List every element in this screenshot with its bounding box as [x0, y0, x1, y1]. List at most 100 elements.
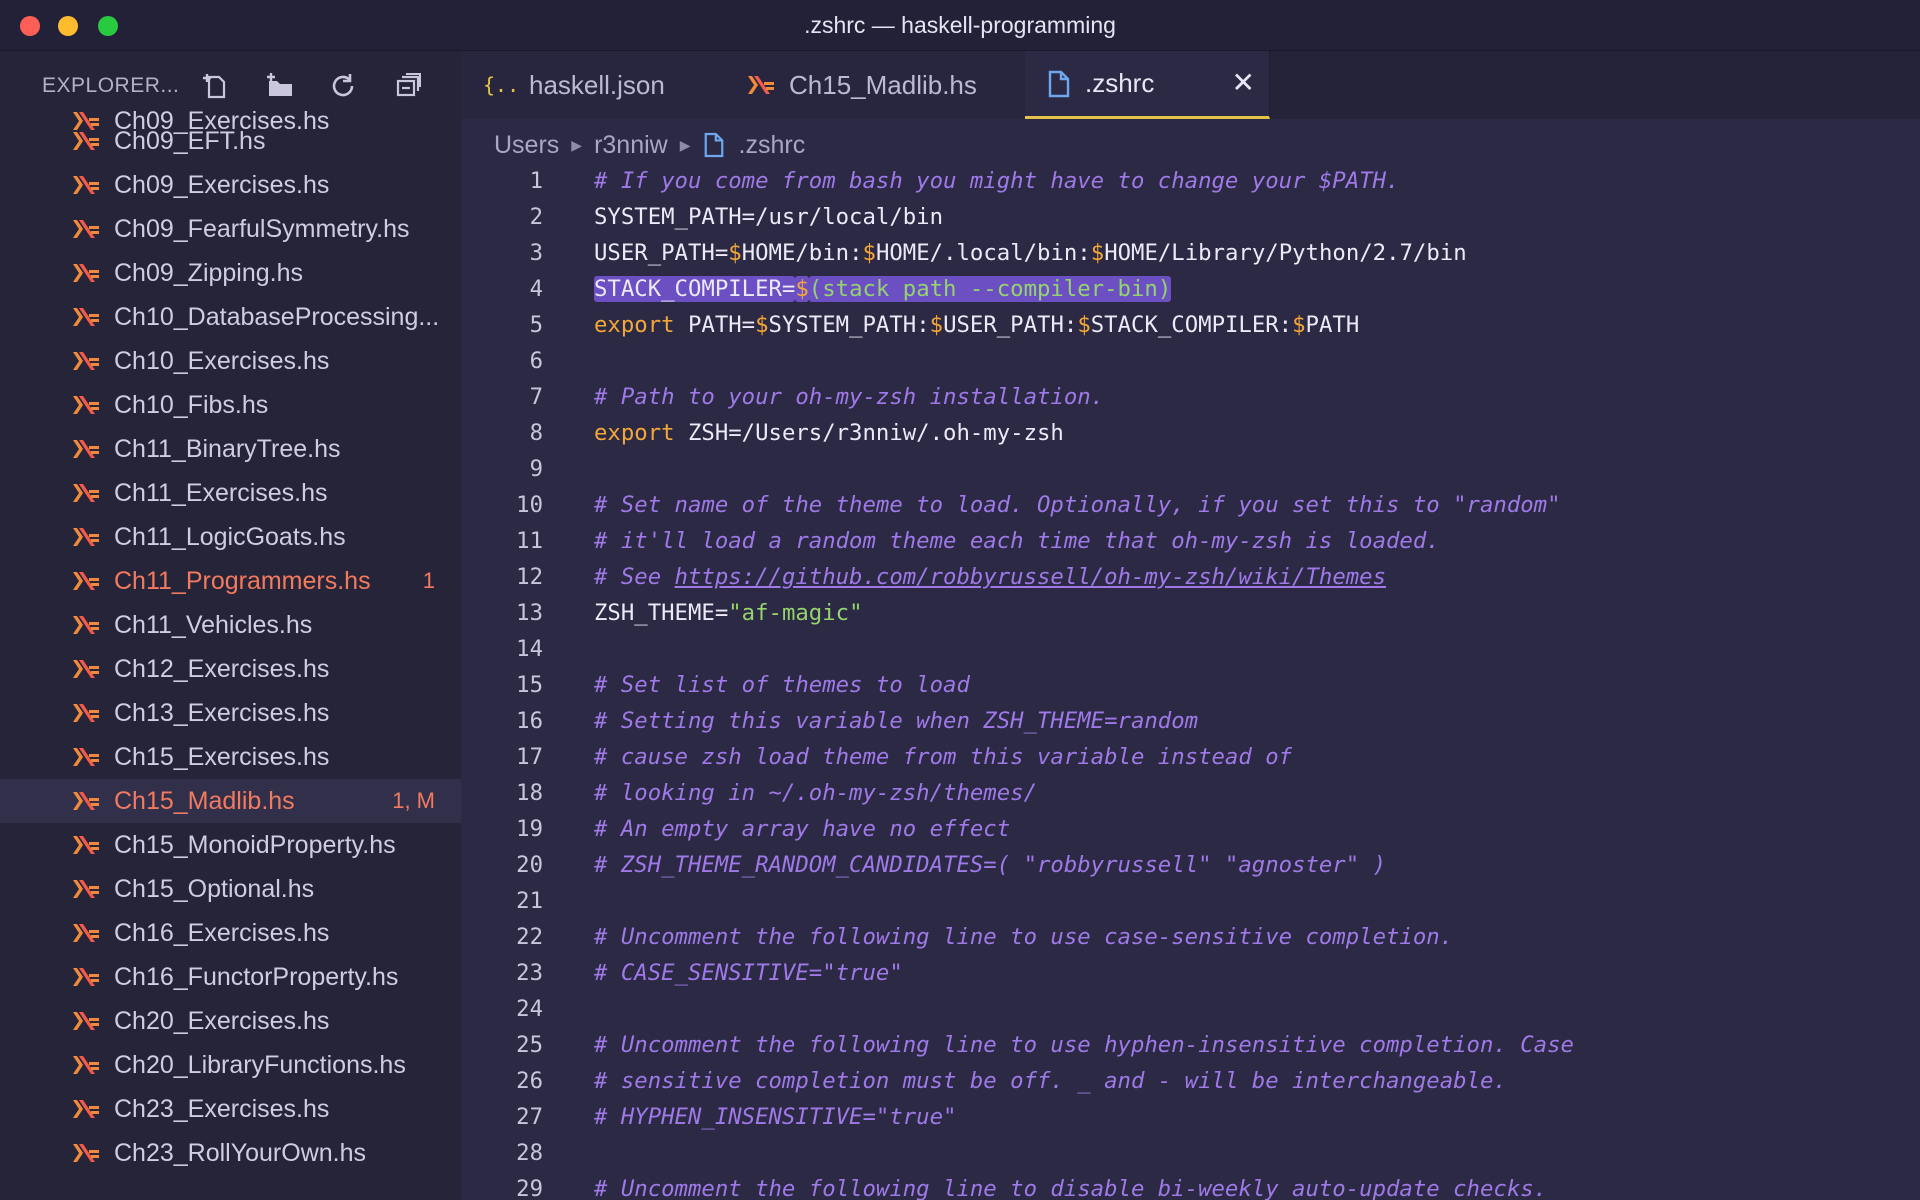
line-text: SYSTEM_PATH=/usr/local/bin	[594, 199, 943, 235]
explorer-sidebar: EXPLORER... Ch09_Exercises.hs Ch09_EFT.h…	[0, 51, 461, 1200]
haskell-icon	[73, 440, 99, 458]
file-name: Ch11_Programmers.hs	[114, 567, 371, 595]
line-text: # Set name of the theme to load. Optiona…	[594, 487, 1561, 523]
code-token: ZSH=/Users/r3nniw/.oh-my-zsh	[674, 420, 1064, 446]
breadcrumb-item[interactable]: .zshrc	[739, 131, 806, 160]
file-item[interactable]: Ch23_Exercises.hs	[0, 1087, 461, 1131]
line-text: # sensitive completion must be off. _ an…	[594, 1063, 1507, 1099]
file-icon	[703, 132, 725, 158]
code-token: $	[795, 276, 809, 302]
code-line: 2 SYSTEM_PATH=/usr/local/bin	[461, 199, 1920, 235]
code-line: 8 export ZSH=/Users/r3nniw/.oh-my-zsh	[461, 415, 1920, 451]
line-number: 25	[516, 1032, 543, 1058]
code-line: 24	[461, 991, 1920, 1027]
code-token: HOME/.local/bin:	[875, 240, 1091, 266]
haskell-icon	[73, 484, 99, 502]
file-item[interactable]: Ch23_RollYourOwn.hs	[0, 1131, 461, 1175]
file-item[interactable]: Ch11_LogicGoats.hs	[0, 515, 461, 559]
haskell-icon	[73, 1012, 99, 1030]
file-item[interactable]: Ch15_Exercises.hs	[0, 735, 461, 779]
code-token: STACK_COMPILER=	[594, 276, 796, 302]
file-item[interactable]: Ch09_Zipping.hs	[0, 251, 461, 295]
close-tab-icon[interactable]: ✕	[1232, 69, 1255, 97]
tab-haskell-json[interactable]: {..} haskell.json	[461, 51, 726, 119]
file-item[interactable]: Ch10_DatabaseProcessing...	[0, 295, 461, 339]
file-item[interactable]: Ch12_Exercises.hs	[0, 647, 461, 691]
line-number: 26	[516, 1068, 543, 1094]
file-item[interactable]: Ch10_Exercises.hs	[0, 339, 461, 383]
file-item[interactable]: Ch16_FunctorProperty.hs	[0, 955, 461, 999]
haskell-icon	[73, 528, 99, 546]
breadcrumb-item[interactable]: r3nniw	[594, 131, 668, 160]
line-number: 13	[516, 600, 543, 626]
file-name: Ch16_Exercises.hs	[114, 919, 330, 947]
new-file-icon[interactable]	[198, 69, 232, 103]
file-name: Ch09_Zipping.hs	[114, 259, 304, 287]
file-item[interactable]: Ch10_Fibs.hs	[0, 383, 461, 427]
tab-label: Ch15_Madlib.hs	[789, 69, 977, 100]
code-token: $	[1077, 312, 1091, 338]
code-token: PATH	[1305, 312, 1360, 338]
file-item[interactable]: Ch11_Exercises.hs	[0, 471, 461, 515]
file-item[interactable]: Ch11_Vehicles.hs	[0, 603, 461, 647]
file-item[interactable]: Ch11_BinaryTree.hs	[0, 427, 461, 471]
file-item[interactable]: Ch16_Exercises.hs	[0, 911, 461, 955]
code-line: 11 # it'll load a random theme each time …	[461, 523, 1920, 559]
code-line: 29 # Uncomment the following line to disa…	[461, 1171, 1920, 1200]
line-number: 19	[516, 816, 543, 842]
code-token: # HYPHEN_INSENSITIVE="true"	[594, 1104, 957, 1130]
file-item[interactable]: Ch15_MonoidProperty.hs	[0, 823, 461, 867]
code-token: # sensitive completion must be off. _ an…	[594, 1068, 1507, 1094]
file-name: Ch15_Exercises.hs	[114, 743, 330, 771]
code-token: # CASE_SENSITIVE="true"	[594, 960, 903, 986]
file-name: Ch11_BinaryTree.hs	[114, 435, 341, 463]
refresh-icon[interactable]	[326, 69, 360, 103]
haskell-icon	[73, 704, 99, 722]
file-item[interactable]: Ch20_LibraryFunctions.hs	[0, 1043, 461, 1087]
code-token: HOME/Library/Python/2.7/bin	[1104, 240, 1467, 266]
line-number: 21	[516, 888, 543, 914]
line-text: USER_PATH=$HOME/bin:$HOME/.local/bin:$HO…	[594, 235, 1467, 271]
file-item[interactable]: Ch15_Madlib.hs 1, M	[0, 779, 461, 823]
line-number: 5	[529, 312, 543, 338]
code-line: 20 # ZSH_THEME_RANDOM_CANDIDATES=( "robby…	[461, 847, 1920, 883]
url-link[interactable]: https://github.com/robbyrussell/oh-my-zs…	[675, 564, 1386, 590]
code-editor[interactable]: 1 # If you come from bash you might have …	[461, 163, 1920, 1200]
code-line: 28	[461, 1135, 1920, 1171]
haskell-icon	[73, 660, 99, 678]
file-item[interactable]: Ch09_EFT.hs	[0, 119, 461, 163]
code-line: 15 # Set list of themes to load	[461, 667, 1920, 703]
chevron-right-icon: ▶	[571, 136, 583, 153]
breadcrumb-item[interactable]: Users	[494, 131, 559, 160]
code-token: $	[728, 240, 742, 266]
code-line: 23 # CASE_SENSITIVE="true"	[461, 955, 1920, 991]
code-line: 18 # looking in ~/.oh-my-zsh/themes/	[461, 775, 1920, 811]
file-item[interactable]: Ch09_Exercises.hs	[0, 163, 461, 207]
code-line: 13 ZSH_THEME="af-magic"	[461, 595, 1920, 631]
file-item[interactable]: Ch13_Exercises.hs	[0, 691, 461, 735]
new-folder-icon[interactable]	[263, 69, 297, 103]
line-number: 27	[516, 1104, 543, 1130]
file-item[interactable]: Ch20_Exercises.hs	[0, 999, 461, 1043]
line-text: export ZSH=/Users/r3nniw/.oh-my-zsh	[594, 415, 1064, 451]
code-token: ZSH_THEME=	[594, 600, 729, 626]
file-name: Ch12_Exercises.hs	[114, 655, 330, 683]
line-number: 29	[516, 1176, 543, 1200]
editor-area: {..} haskell.json Ch15_Madlib.hs .zshrc …	[461, 51, 1920, 1200]
line-text: # If you come from bash you might have t…	[594, 163, 1399, 199]
file-item[interactable]: Ch09_FearfulSymmetry.hs	[0, 207, 461, 251]
line-number: 3	[529, 240, 543, 266]
line-number: 1	[529, 168, 543, 194]
tab-ch15-madlib[interactable]: Ch15_Madlib.hs	[725, 51, 1026, 119]
code-token: # Set name of the theme to load. Optiona…	[594, 492, 1561, 518]
tab-zshrc[interactable]: .zshrc ✕	[1025, 51, 1270, 119]
line-number: 7	[529, 384, 543, 410]
file-item[interactable]: Ch11_Programmers.hs 1	[0, 559, 461, 603]
line-number: 2	[529, 204, 543, 230]
code-token: export	[594, 420, 675, 446]
file-item[interactable]: Ch15_Optional.hs	[0, 867, 461, 911]
line-text: # cause zsh load theme from this variabl…	[594, 739, 1292, 775]
collapse-all-icon[interactable]	[392, 69, 426, 103]
line-number: 20	[516, 852, 543, 878]
haskell-icon	[73, 1056, 99, 1074]
